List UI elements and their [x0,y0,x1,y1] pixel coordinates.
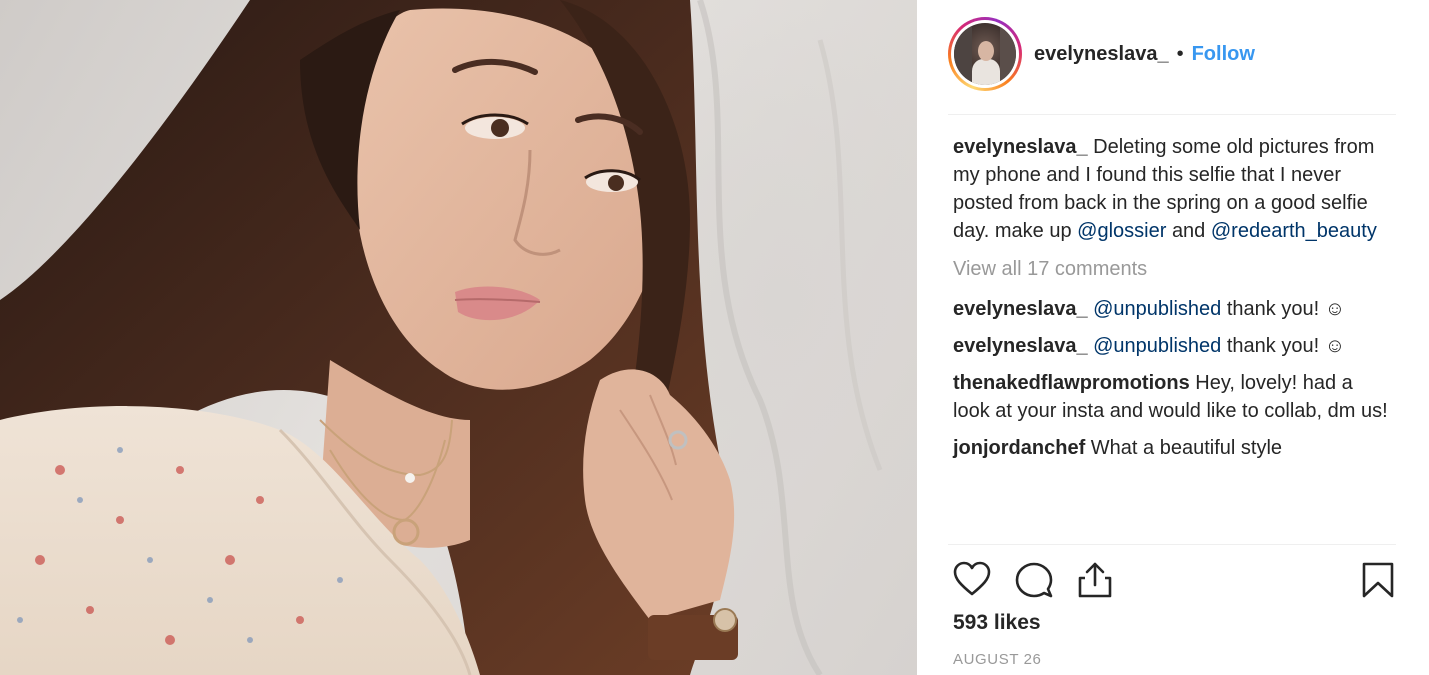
avatar-face [978,41,994,61]
avatar-gap [951,20,1019,88]
comment-username[interactable]: evelyneslava_ [953,335,1088,357]
comment-username[interactable]: evelyneslava_ [953,298,1088,320]
comment-item: jonjordanchef What a beautiful style [953,434,1393,462]
avatar[interactable] [954,23,1016,85]
caption-mention-glossier[interactable]: @glossier [1077,220,1166,242]
selfie-illustration [0,0,883,675]
caption-username[interactable]: evelyneslava_ [953,136,1088,158]
bookmark-icon [1362,562,1394,598]
share-button[interactable] [1077,558,1117,602]
separator-dot: • [1176,42,1184,65]
comments-section: evelyneslava_ Deleting some old pictures… [953,133,1393,471]
avatar-bg-right [1000,23,1016,85]
action-bar [953,558,1396,602]
comment-button[interactable] [1015,558,1055,602]
comment-bubble-icon [1015,562,1053,598]
comment-mention[interactable]: @unpublished [1093,298,1221,320]
comment-text: thank you! ☺ [1226,335,1346,357]
comment-item: thenakedflawpromotions Hey, lovely! had … [953,369,1393,425]
like-button[interactable] [953,558,993,602]
actions-divider [948,544,1396,545]
save-button[interactable] [1361,558,1401,602]
follow-button[interactable]: Follow [1192,43,1255,66]
comment-mention[interactable]: @unpublished [1093,335,1221,357]
comment-text: What a beautiful style [1090,437,1283,459]
avatar-body [972,59,1000,85]
heart-icon [953,561,991,596]
comment-item: evelyneslava_ @unpublished thank you! ☺ [953,295,1393,323]
post-header: evelyneslava_ • Follow [948,16,1398,92]
avatar-bg-left [954,23,972,85]
comment-username[interactable]: jonjordanchef [953,437,1085,459]
comment-username[interactable]: thenakedflawpromotions [953,372,1190,394]
view-all-comments-link[interactable]: View all 17 comments [953,255,1393,283]
author-username[interactable]: evelyneslava_ [1034,43,1169,66]
caption-text-2: and [1171,220,1206,242]
post-photo[interactable] [0,0,917,675]
likes-count[interactable]: 593 likes [953,611,1041,635]
post-caption: evelyneslava_ Deleting some old pictures… [953,133,1393,245]
caption-mention-redearth[interactable]: @redearth_beauty [1211,220,1377,242]
comment-text: thank you! ☺ [1226,298,1346,320]
post-date[interactable]: AUGUST 26 [953,651,1042,668]
header-divider [948,114,1396,115]
comment-item: evelyneslava_ @unpublished thank you! ☺ [953,332,1393,360]
post-sidebar: evelyneslava_ • Follow evelyneslava_ Del… [917,0,1429,675]
share-upload-icon [1078,562,1112,598]
story-ring[interactable] [948,17,1022,91]
